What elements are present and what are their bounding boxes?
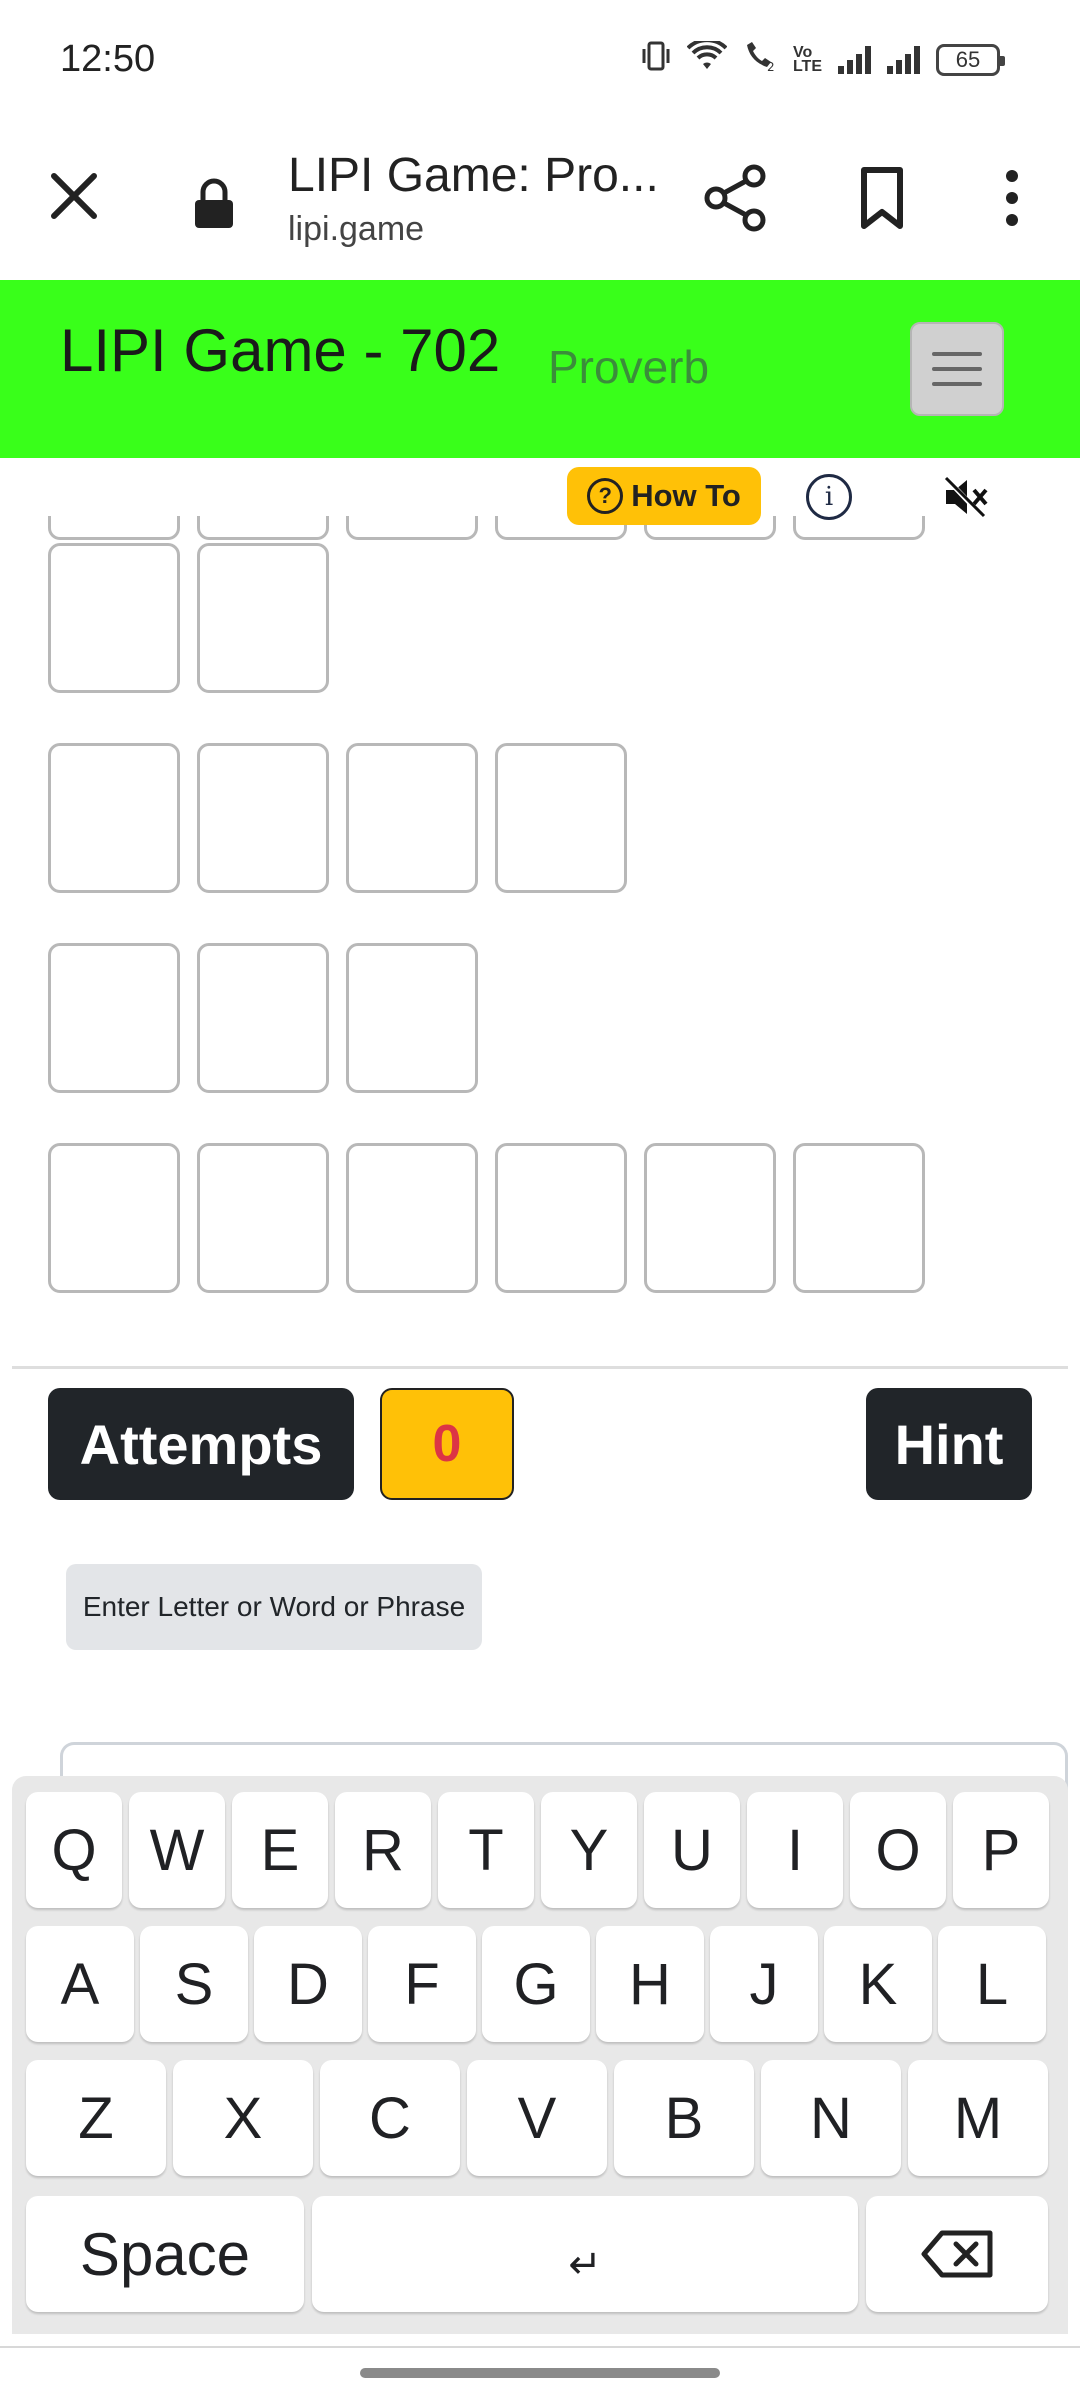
letter-tile <box>48 743 180 893</box>
key-q[interactable]: Q <box>26 1792 122 1908</box>
key-a[interactable]: A <box>26 1926 134 2042</box>
how-to-label: How To <box>631 478 741 513</box>
key-y[interactable]: Y <box>541 1792 637 1908</box>
key-n[interactable]: N <box>761 2060 901 2176</box>
letter-tile <box>495 1143 627 1293</box>
letter-tile <box>48 1143 180 1293</box>
hint-button[interactable]: Hint <box>866 1388 1032 1500</box>
key-x[interactable]: X <box>173 2060 313 2176</box>
key-m[interactable]: M <box>908 2060 1048 2176</box>
mute-icon[interactable] <box>940 472 990 522</box>
gesture-handle[interactable] <box>360 2368 720 2378</box>
backspace-icon <box>921 2230 993 2278</box>
how-to-button[interactable]: ? How To <box>567 467 761 525</box>
key-f[interactable]: F <box>368 1926 476 2042</box>
letter-tile <box>197 543 329 693</box>
key-d[interactable]: D <box>254 1926 362 2042</box>
key-b[interactable]: B <box>614 2060 754 2176</box>
key-h[interactable]: H <box>596 1926 704 2042</box>
attempts-count: 0 <box>380 1388 514 1500</box>
key-z[interactable]: Z <box>26 2060 166 2176</box>
letter-tile <box>495 743 627 893</box>
letter-tile <box>346 743 478 893</box>
key-v[interactable]: V <box>467 2060 607 2176</box>
info-icon[interactable]: i <box>806 474 852 520</box>
question-icon: ? <box>587 478 624 514</box>
key-r[interactable]: R <box>335 1792 431 1908</box>
letter-tile <box>48 543 180 693</box>
letter-tile <box>48 943 180 1093</box>
letter-tile <box>346 516 478 540</box>
attempts-button[interactable]: Attempts <box>48 1388 354 1500</box>
key-l[interactable]: L <box>938 1926 1046 2042</box>
key-e[interactable]: E <box>232 1792 328 1908</box>
key-w[interactable]: W <box>129 1792 225 1908</box>
puzzle-board <box>0 0 1080 1330</box>
key-c[interactable]: C <box>320 2060 460 2176</box>
letter-tile <box>197 1143 329 1293</box>
key-j[interactable]: J <box>710 1926 818 2042</box>
key-t[interactable]: T <box>438 1792 534 1908</box>
enter-key[interactable]: ↵ <box>312 2196 858 2312</box>
letter-tile <box>346 943 478 1093</box>
letter-tile <box>197 516 329 540</box>
letter-tile <box>793 1143 925 1293</box>
nav-divider <box>0 2346 1080 2348</box>
key-u[interactable]: U <box>644 1792 740 1908</box>
space-key[interactable]: Space <box>26 2196 304 2312</box>
key-p[interactable]: P <box>953 1792 1049 1908</box>
letter-tile <box>48 516 180 540</box>
key-g[interactable]: G <box>482 1926 590 2042</box>
letter-tile <box>197 743 329 893</box>
letter-tile <box>197 943 329 1093</box>
key-s[interactable]: S <box>140 1926 248 2042</box>
entry-label: Enter Letter or Word or Phrase <box>66 1564 482 1650</box>
key-o[interactable]: O <box>850 1792 946 1908</box>
key-i[interactable]: I <box>747 1792 843 1908</box>
letter-tile <box>644 1143 776 1293</box>
backspace-key[interactable] <box>866 2196 1048 2312</box>
letter-tile <box>346 1143 478 1293</box>
letter-tile <box>793 516 925 540</box>
key-k[interactable]: K <box>824 1926 932 2042</box>
divider <box>12 1366 1068 1369</box>
enter-icon: ↵ <box>568 2243 602 2287</box>
